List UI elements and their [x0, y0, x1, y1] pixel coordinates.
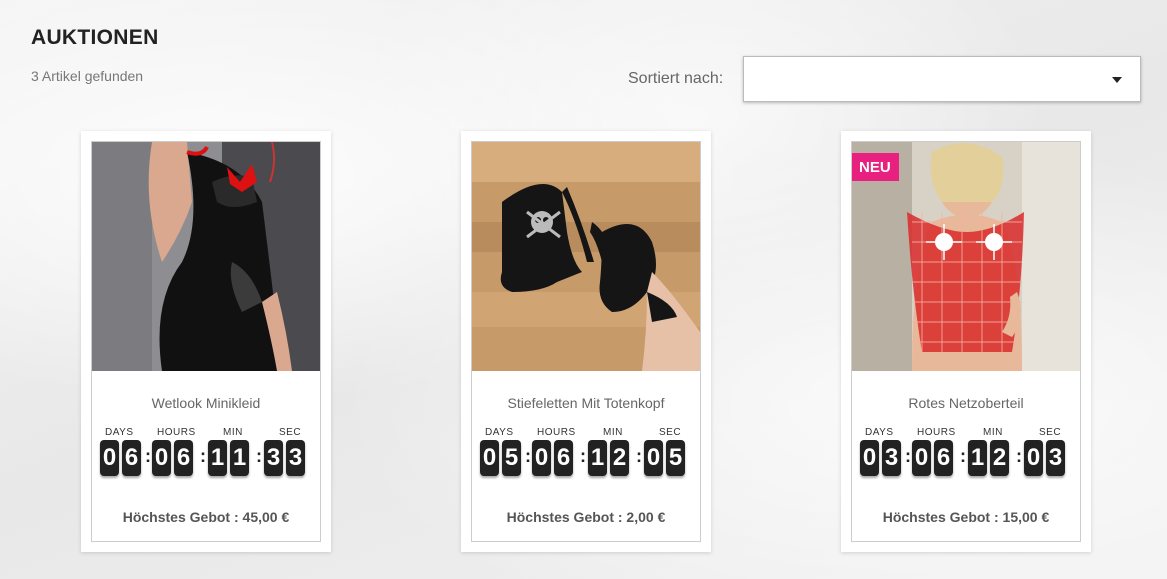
- countdown-digit: 6: [554, 440, 573, 476]
- countdown-days-label: DAYS: [865, 427, 894, 438]
- countdown-separator: :: [1016, 446, 1022, 466]
- countdown-digit: 6: [174, 440, 193, 476]
- product-name[interactable]: Stiefeletten Mit Totenkopf: [472, 395, 700, 411]
- product-image[interactable]: NEU: [852, 142, 1080, 371]
- countdown-min-label: MIN: [223, 427, 243, 438]
- countdown-hours-label: HOURS: [157, 427, 196, 438]
- chevron-down-icon: [1112, 77, 1122, 83]
- countdown-separator: :: [905, 446, 911, 466]
- countdown-digit: 0: [152, 440, 171, 476]
- product-card[interactable]: Stiefeletten Mit Totenkopf DAYS HOURS MI…: [461, 131, 711, 552]
- countdown-digit: 1: [968, 440, 987, 476]
- countdown-timer: DAYS HOURS MIN SEC 0 3 : 0 6 : 1 2 : 0 3: [860, 427, 1072, 479]
- product-name[interactable]: Wetlook Minikleid: [92, 395, 320, 411]
- highest-bid: Höchstes Gebot : 45,00 €: [122, 509, 290, 525]
- countdown-digit: 6: [122, 440, 141, 476]
- countdown-digit: 0: [100, 440, 119, 476]
- countdown-separator: :: [580, 446, 586, 466]
- countdown-digit: 0: [912, 440, 931, 476]
- countdown-separator: :: [200, 446, 206, 466]
- countdown-digit: 0: [644, 440, 663, 476]
- product-name[interactable]: Rotes Netzoberteil: [852, 395, 1080, 411]
- countdown-timer: DAYS HOURS MIN SEC 0 5 : 0 6 : 1 2 : 0 5: [480, 427, 692, 479]
- countdown-digit: 0: [860, 440, 879, 476]
- countdown-days-label: DAYS: [485, 427, 514, 438]
- product-card[interactable]: Wetlook Minikleid DAYS HOURS MIN SEC 0 6…: [81, 131, 331, 552]
- countdown-digit: 6: [934, 440, 953, 476]
- countdown-separator: :: [636, 446, 642, 466]
- product-image[interactable]: [472, 142, 700, 371]
- highest-bid: Höchstes Gebot : 2,00 €: [506, 509, 666, 525]
- product-card[interactable]: NEU Rotes Netzoberteil DAYS HOURS MIN SE…: [841, 131, 1091, 552]
- countdown-digit: 3: [264, 440, 283, 476]
- countdown-min-label: MIN: [983, 427, 1003, 438]
- countdown-digit: 3: [882, 440, 901, 476]
- countdown-separator: :: [145, 446, 151, 466]
- countdown-digit: 0: [532, 440, 551, 476]
- countdown-digit: 2: [990, 440, 1009, 476]
- countdown-digit: 5: [502, 440, 521, 476]
- countdown-separator: :: [256, 446, 262, 466]
- countdown-digit: 1: [588, 440, 607, 476]
- countdown-separator: :: [525, 446, 531, 466]
- countdown-digit: 0: [1024, 440, 1043, 476]
- page-title: AUKTIONEN: [31, 26, 159, 49]
- new-badge: NEU: [852, 153, 899, 181]
- countdown-digit: 5: [666, 440, 685, 476]
- countdown-digit: 2: [610, 440, 629, 476]
- product-image[interactable]: [92, 142, 320, 371]
- highest-bid: Höchstes Gebot : 15,00 €: [882, 509, 1050, 525]
- countdown-digit: 1: [208, 440, 227, 476]
- countdown-sec-label: SEC: [659, 427, 682, 438]
- sort-label: Sortiert nach:: [628, 70, 724, 87]
- countdown-digit: 1: [230, 440, 249, 476]
- countdown-hours-label: HOURS: [917, 427, 956, 438]
- countdown-hours-label: HOURS: [537, 427, 576, 438]
- countdown-sec-label: SEC: [1039, 427, 1062, 438]
- countdown-digit: 3: [1046, 440, 1065, 476]
- countdown-min-label: MIN: [603, 427, 623, 438]
- countdown-days-label: DAYS: [105, 427, 134, 438]
- result-count: 3 Artikel gefunden: [31, 68, 144, 84]
- countdown-separator: :: [960, 446, 966, 466]
- sort-select[interactable]: [743, 56, 1141, 102]
- countdown-digit: 3: [286, 440, 305, 476]
- countdown-sec-label: SEC: [279, 427, 302, 438]
- countdown-digit: 0: [480, 440, 499, 476]
- countdown-timer: DAYS HOURS MIN SEC 0 6 : 0 6 : 1 1 : 3 3: [100, 427, 312, 479]
